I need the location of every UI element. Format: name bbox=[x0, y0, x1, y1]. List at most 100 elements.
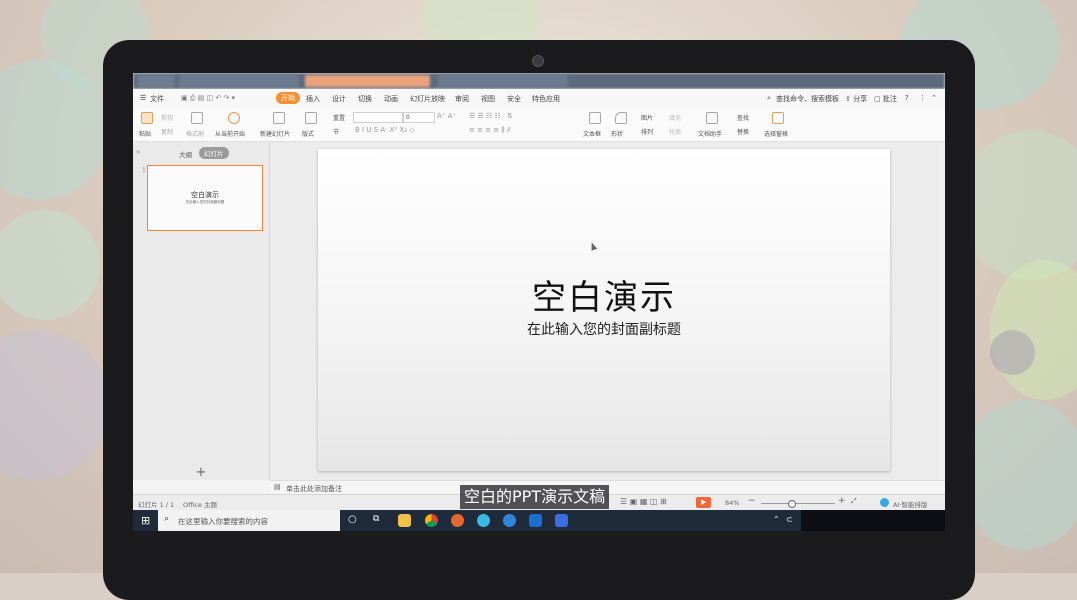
slide-panel: « 大纲 幻灯片 1 空白演示 在此输入您的封面副标题 + bbox=[133, 142, 270, 480]
slide-subtitle[interactable]: 在此输入您的封面副标题 bbox=[318, 319, 890, 339]
windows-taskbar: ⊞ ⌕ 在这里输入你要搜索的内容 ○ ⧉ ⌃ ⊂ bbox=[133, 510, 945, 531]
slide-number: 1 bbox=[142, 167, 146, 174]
zoom-in-button[interactable]: + bbox=[838, 496, 846, 506]
add-slide-button[interactable]: + bbox=[133, 466, 269, 480]
tab-home[interactable]: 开始 bbox=[276, 92, 300, 104]
thumb-subtitle: 在此输入您的封面副标题 bbox=[185, 200, 225, 204]
tray-chevron-icon[interactable]: ⌃ bbox=[773, 515, 780, 524]
cut-button[interactable]: 剪切 bbox=[161, 113, 173, 122]
search-icon: ⌕ bbox=[164, 514, 170, 524]
select-pane-icon[interactable] bbox=[772, 112, 784, 124]
start-icon[interactable]: ⊞ bbox=[141, 514, 150, 527]
fill-button[interactable]: 填充 bbox=[669, 113, 681, 122]
paste-icon[interactable] bbox=[141, 112, 153, 124]
shape-button[interactable]: 形状 bbox=[611, 129, 623, 138]
chrome-icon[interactable] bbox=[425, 514, 438, 527]
notes-placeholder[interactable]: 单击此处添加备注 bbox=[286, 484, 342, 494]
section-button[interactable]: 节 bbox=[333, 127, 339, 136]
picture-button[interactable]: 图片 bbox=[641, 113, 653, 122]
tab-view[interactable]: 视图 bbox=[481, 94, 495, 104]
task-view-icon[interactable]: ⧉ bbox=[373, 514, 379, 524]
more-icon[interactable]: ⋮ bbox=[919, 94, 926, 102]
ai-layout-button[interactable]: AI·智能排版 bbox=[893, 499, 927, 509]
vertical-scrollbar[interactable] bbox=[938, 142, 945, 480]
zoom-slider-thumb[interactable] bbox=[788, 500, 796, 508]
tab-review[interactable]: 审阅 bbox=[455, 94, 469, 104]
help-icon[interactable]: ? bbox=[905, 94, 909, 102]
paragraph-icons[interactable]: ☰ ☰ ☷ ☷ ⫶ ⇅ bbox=[469, 112, 513, 121]
slide-thumbnail[interactable]: 空白演示 在此输入您的封面副标题 bbox=[147, 165, 263, 231]
webcam bbox=[532, 55, 544, 67]
panel-collapse-icon[interactable]: « bbox=[136, 148, 140, 156]
arrange-button[interactable]: 排列 bbox=[641, 127, 653, 136]
slide[interactable]: 空白演示 在此输入您的封面副标题 bbox=[318, 149, 890, 471]
tab-special-apps[interactable]: 特色应用 bbox=[532, 94, 560, 104]
play-button[interactable]: ▶ bbox=[696, 497, 711, 508]
from-current-button[interactable]: 从当前开始 bbox=[215, 129, 245, 138]
menu-bar: ☰ 文件 ▣ ⎙ ▤ ◫ ↶ ↷ ▾ 开始 插入 设计 切换 动画 幻灯片放映 … bbox=[133, 89, 945, 108]
font-size-select[interactable]: 0 bbox=[403, 112, 435, 123]
fit-window-icon[interactable]: ⤢ bbox=[851, 497, 857, 506]
app-icon[interactable] bbox=[503, 514, 516, 527]
zoom-slider[interactable] bbox=[761, 500, 835, 508]
textbox-button[interactable]: 文本框 bbox=[583, 129, 601, 138]
firefox-icon[interactable] bbox=[451, 514, 464, 527]
reset-button[interactable]: 重置 bbox=[333, 113, 345, 122]
font-name-select[interactable] bbox=[353, 112, 403, 123]
theme-name: Office 主题 bbox=[183, 501, 218, 509]
collapse-ribbon-icon[interactable]: ⌃ bbox=[931, 94, 937, 102]
cortana-icon[interactable]: ○ bbox=[348, 514, 357, 525]
file-explorer-icon[interactable] bbox=[398, 514, 411, 527]
screen: ☰ 文件 ▣ ⎙ ▤ ◫ ↶ ↷ ▾ 开始 插入 设计 切换 动画 幻灯片放映 … bbox=[133, 73, 945, 531]
outline-button[interactable]: 轮廓 bbox=[669, 127, 681, 136]
play-icon: ▶ bbox=[701, 498, 707, 506]
file-menu[interactable]: 文件 bbox=[150, 94, 164, 104]
hamburger-icon[interactable]: ☰ bbox=[140, 94, 146, 102]
tab-slides[interactable]: 幻灯片 bbox=[199, 147, 229, 159]
font-format-icons[interactable]: B I U S A· X² X₂ ◇ bbox=[355, 126, 415, 134]
tab-insert[interactable]: 插入 bbox=[306, 94, 320, 104]
zoom-level[interactable]: 84% bbox=[725, 499, 739, 507]
share-button[interactable]: ⇪ 分享 bbox=[845, 94, 867, 104]
layout-icon[interactable] bbox=[305, 112, 317, 124]
tab-animation[interactable]: 动画 bbox=[384, 94, 398, 104]
thumb-title: 空白演示 bbox=[191, 191, 219, 199]
slide-count: 幻灯片 1 / 1 bbox=[138, 501, 175, 509]
view-icons[interactable]: ☰ ▣ ▦ ◫ ⊞ bbox=[620, 497, 667, 506]
tab-slideshow[interactable]: 幻灯片放映 bbox=[410, 94, 445, 104]
doc-assistant-button[interactable]: 文档助手 bbox=[698, 129, 722, 138]
doc-assistant-icon[interactable] bbox=[706, 112, 718, 124]
format-painter-button[interactable]: 格式刷 bbox=[186, 129, 204, 138]
textbox-icon[interactable] bbox=[589, 112, 601, 124]
tab-outline[interactable]: 大纲 bbox=[179, 149, 192, 159]
tab-transition[interactable]: 切换 bbox=[358, 94, 372, 104]
replace-button[interactable]: 替换 bbox=[737, 127, 749, 136]
new-slide-icon[interactable] bbox=[273, 112, 285, 124]
grow-shrink-font-icons[interactable]: A⁺ A⁻ bbox=[437, 112, 456, 120]
select-pane-button[interactable]: 选择窗格 bbox=[764, 129, 788, 138]
format-painter-icon[interactable] bbox=[191, 112, 203, 124]
taskbar-search-box[interactable]: ⌕ 在这里输入你要搜索的内容 bbox=[158, 510, 340, 531]
layout-button[interactable]: 版式 bbox=[302, 129, 314, 138]
tray-redacted bbox=[801, 510, 945, 531]
play-icon[interactable] bbox=[228, 112, 240, 124]
browser-icon[interactable] bbox=[477, 514, 490, 527]
tab-security[interactable]: 安全 bbox=[507, 94, 521, 104]
shape-icon[interactable] bbox=[615, 112, 627, 124]
wps-icon[interactable] bbox=[555, 514, 568, 527]
copy-button[interactable]: 复制 bbox=[161, 127, 173, 136]
tab-design[interactable]: 设计 bbox=[332, 94, 346, 104]
paste-button[interactable]: 粘贴 bbox=[139, 129, 151, 138]
edge-icon[interactable] bbox=[529, 514, 542, 527]
command-search[interactable]: 查找命令、搜索模板 bbox=[776, 94, 839, 104]
toolbar-quick-icons[interactable]: ▣ ⎙ ▤ ◫ ↶ ↷ ▾ bbox=[181, 94, 235, 103]
new-slide-button[interactable]: 新建幻灯片 bbox=[260, 129, 290, 138]
tray-icon[interactable]: ⊂ bbox=[786, 515, 793, 524]
slide-title[interactable]: 空白演示 bbox=[318, 270, 890, 319]
comment-button[interactable]: ▢ 批注 bbox=[874, 94, 897, 104]
align-icons[interactable]: ≡ ≡ ≡ ≡ ⫼ ⫻ bbox=[469, 126, 511, 135]
zoom-out-button[interactable]: − bbox=[748, 496, 756, 506]
find-button[interactable]: 查找 bbox=[737, 113, 749, 122]
video-caption: 空白的PPT演示文稿 bbox=[460, 485, 610, 509]
search-icon: ⌕ bbox=[767, 94, 771, 102]
